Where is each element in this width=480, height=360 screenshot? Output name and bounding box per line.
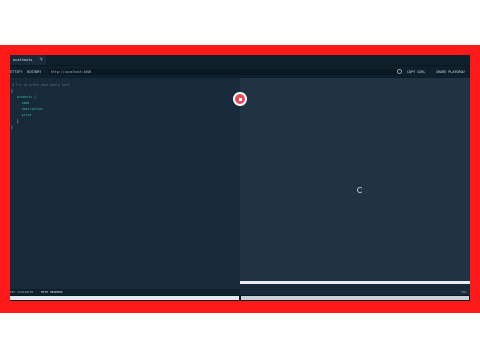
code-line: } (13, 119, 19, 123)
run-stop-button[interactable] (233, 92, 247, 106)
horizontal-scrollbar[interactable] (10, 295, 470, 301)
code-line: } (11, 125, 13, 129)
result-footer-bar (240, 281, 470, 284)
code-line: # Try to write your query here (12, 83, 70, 87)
prettify-button[interactable]: ETTIFY (10, 66, 22, 78)
add-tab-icon[interactable]: + (36, 55, 46, 65)
tab-bar: ocalhosts × + (10, 55, 470, 65)
code-line: { (11, 89, 13, 93)
scrollbar-thumb-left[interactable] (10, 296, 239, 300)
graphql-playground-window: ocalhosts × + ETTIFY HISTORY http://loca… (10, 55, 470, 301)
code-line: name (14, 101, 30, 105)
share-playground-button[interactable]: SHARE PLAYGROU (436, 66, 465, 78)
copy-curl-button[interactable]: COPY CURL (407, 66, 425, 78)
code-line: products { (13, 95, 37, 99)
code-line: description (14, 107, 43, 111)
loading-spinner-icon (357, 187, 363, 193)
tab-label: ocalhosts (13, 58, 33, 62)
stop-icon (238, 97, 242, 101)
settings-icon[interactable] (397, 69, 402, 74)
history-button[interactable]: HISTORY (27, 66, 41, 78)
scrollbar-thumb-right[interactable] (241, 296, 469, 300)
query-editor[interactable]: # Try to write your query here { product… (10, 78, 240, 289)
toolbar: ETTIFY HISTORY http://localhost:4000 COP… (10, 65, 470, 78)
result-pane (240, 78, 470, 281)
endpoint-url-input[interactable]: http://localhost:4000 (48, 69, 401, 75)
code-line: price (14, 113, 32, 117)
